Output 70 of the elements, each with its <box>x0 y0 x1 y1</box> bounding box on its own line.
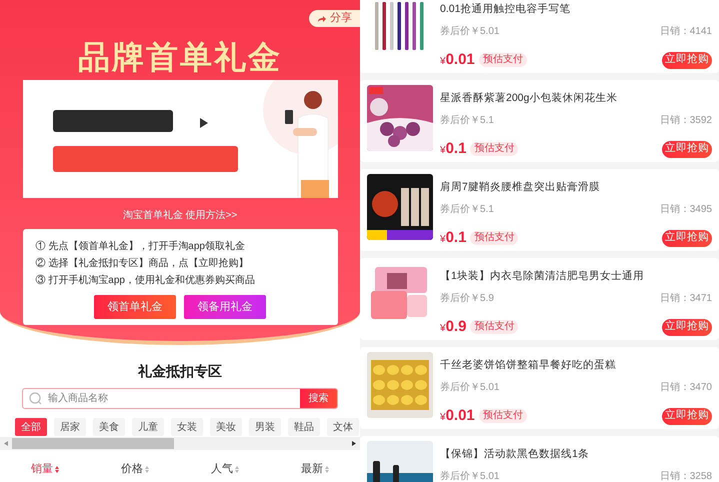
product-card[interactable]: 【1块装】内衣皂除菌清洁肥皂男女士通用 券后价￥5.9 日销：3471 ¥0.9 预估支付 立即抢购 <box>360 258 719 340</box>
estimate-tag: 预估支付 <box>470 231 518 245</box>
daily-sales: 日销：3470 <box>660 381 712 394</box>
buy-button[interactable]: 立即抢购 <box>662 318 712 336</box>
daily-sales: 日销：3258 <box>660 470 712 482</box>
banner-title: 品牌首单礼金 <box>78 38 282 76</box>
instruction-step: ① 先点【领首单礼金】，打开手淘app领取礼金 <box>36 238 324 255</box>
price: ¥0.1 <box>440 139 466 159</box>
search-field[interactable]: 输入商品名称 搜索 <box>22 388 338 409</box>
sort-icon <box>145 466 149 473</box>
product-card[interactable]: 0.01抢通用触控电容手写笔 券后价￥5.01 日销：4141 ¥0.01 预估支付 立即抢购 <box>360 0 719 73</box>
price: ¥0.01 <box>440 50 475 70</box>
buy-button[interactable]: 立即抢购 <box>662 230 712 246</box>
search-icon <box>29 392 42 405</box>
scrollbar[interactable] <box>0 437 360 450</box>
daily-sales: 日销：3471 <box>660 292 712 305</box>
sort-tab[interactable]: 最新 <box>301 461 329 478</box>
scroll-left-icon[interactable] <box>4 441 8 446</box>
product-card[interactable]: 千丝老婆饼馅饼整箱早餐好吃的蛋糕 券后价￥5.01 日销：3470 ¥0.01 预估支付 立即抢购 <box>360 347 719 429</box>
instruction-step: ② 选择【礼金抵扣专区】商品，点【立即抢购】 <box>36 255 324 272</box>
category-tab[interactable]: 男装 <box>249 418 281 436</box>
category-tab[interactable]: 全部 <box>15 418 47 436</box>
sort-tab[interactable]: 价格 <box>121 461 149 478</box>
daily-sales: 日销：3495 <box>660 203 712 216</box>
coupon-price: 券后价￥5.01 <box>440 470 500 482</box>
product-title: 肩周7腱鞘炎腰椎盘突出贴膏滑膜 <box>440 180 601 194</box>
category-tab[interactable]: 美妆 <box>210 418 242 436</box>
coupon-price: 券后价￥5.1 <box>440 114 494 127</box>
buy-button[interactable]: 立即抢购 <box>662 140 712 158</box>
coupon-price: 券后价￥5.9 <box>440 292 494 305</box>
category-tab[interactable]: 美食 <box>93 418 125 436</box>
price: ¥0.01 <box>440 406 475 426</box>
share-icon <box>317 14 326 22</box>
share-button[interactable]: 分享 <box>309 10 360 27</box>
price: ¥0.9 <box>440 317 466 337</box>
scroll-right-icon[interactable] <box>352 441 356 446</box>
category-tab[interactable]: 文体 <box>327 418 359 436</box>
coupon-price: 券后价￥5.1 <box>440 203 494 216</box>
category-tab[interactable]: 鞋品 <box>288 418 320 436</box>
sort-tab[interactable]: 销量 <box>31 461 59 478</box>
buy-button[interactable]: 立即抢购 <box>662 408 712 424</box>
product-title: 千丝老婆饼馅饼整箱早餐好吃的蛋糕 <box>440 358 617 372</box>
category-tab[interactable]: 女装 <box>171 418 203 436</box>
estimate-tag: 预估支付 <box>470 142 518 156</box>
product-card[interactable]: 肩周7腱鞘炎腰椎盘突出贴膏滑膜 券后价￥5.1 日销：3495 ¥0.1 预估支付 立即抢购 <box>360 169 719 251</box>
daily-sales: 日销：4141 <box>660 25 712 38</box>
product-title: 【保锦】活动款黑色数据线1条 <box>440 447 590 461</box>
estimate-tag: 预估支付 <box>470 320 518 334</box>
product-title: 【1块装】内衣皂除菌清洁肥皂男女士通用 <box>440 269 645 283</box>
daily-sales: 日销：3592 <box>660 114 712 127</box>
sort-icon <box>55 466 59 473</box>
product-title: 星派香酥紫薯200g小包装休闲花生米 <box>440 91 618 105</box>
estimate-tag: 预估支付 <box>478 53 527 67</box>
coupon-button[interactable]: 领备用礼金 <box>184 295 266 319</box>
product-title: 0.01抢通用触控电容手写笔 <box>440 2 572 16</box>
buy-button[interactable]: 立即抢购 <box>662 52 712 68</box>
sort-icon <box>325 466 329 473</box>
section-title: 礼金抵扣专区 <box>138 362 222 380</box>
coupon-price: 券后价￥5.01 <box>440 25 500 38</box>
instruction-step: ③ 打开手机淘宝app，使用礼金和优惠券购买商品 <box>36 272 324 289</box>
category-tab[interactable]: 儿童 <box>132 418 164 436</box>
coupon-price: 券后价￥5.01 <box>440 381 500 394</box>
sort-tab[interactable]: 人气 <box>211 461 239 478</box>
sort-icon <box>235 466 239 473</box>
product-card[interactable]: 【保锦】活动款黑色数据线1条 券后价￥5.01 日销：3258 <box>360 436 719 482</box>
category-tab[interactable]: 居家 <box>54 418 86 436</box>
search-button[interactable]: 搜索 <box>300 389 337 408</box>
price: ¥0.1 <box>440 228 466 248</box>
product-card[interactable]: 星派香酥紫薯200g小包装休闲花生米 券后价￥5.1 日销：3592 ¥0.1 预估支付 立即抢购 <box>360 80 719 162</box>
estimate-tag: 预估支付 <box>478 409 527 423</box>
